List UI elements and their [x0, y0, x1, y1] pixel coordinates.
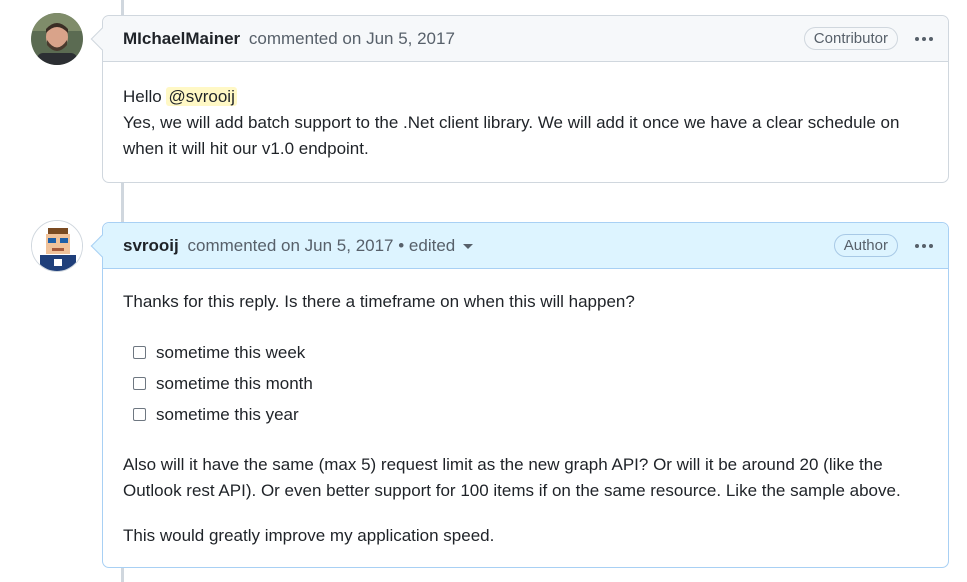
comment-svrooij: svrooij commented on Jun 5, 2017 • edite… [90, 222, 949, 568]
edited-dropdown[interactable]: • edited [398, 235, 474, 255]
comment-meta: svrooij commented on Jun 5, 2017 • edite… [123, 236, 834, 256]
avatar-michaelmainer[interactable] [31, 13, 83, 65]
task-item: sometime this month [123, 368, 928, 399]
kebab-icon[interactable] [912, 236, 936, 256]
avatar-svrooij[interactable] [31, 220, 83, 272]
greeting-text: Hello [123, 87, 162, 106]
closing-text: This would greatly improve my applicatio… [123, 526, 495, 545]
comment-header: MIchaelMainer commented on Jun 5, 2017 C… [90, 16, 948, 62]
intro-text: Thanks for this reply. Is there a timefr… [123, 292, 635, 311]
comment-pointer [90, 27, 114, 51]
contributor-badge: Contributor [803, 27, 898, 50]
comment-body: Thanks for this reply. Is there a timefr… [103, 269, 948, 549]
author-link[interactable]: MIchaelMainer [123, 29, 240, 48]
comment-meta: MIchaelMainer commented on Jun 5, 2017 [123, 29, 804, 49]
task-label: sometime this month [156, 373, 313, 393]
mention-link[interactable]: @svrooij [166, 87, 237, 106]
task-label: sometime this week [156, 342, 306, 362]
caret-down-icon [463, 243, 474, 249]
author-badge: Author [833, 234, 898, 257]
task-item: sometime this week [123, 337, 928, 368]
comment-body: Hello @svrooij Yes, we will add batch su… [103, 62, 948, 162]
question-paragraph: Also will it have the same (max 5) reque… [123, 455, 901, 500]
comment-header: svrooij commented on Jun 5, 2017 • edite… [90, 223, 948, 269]
timeline-gap [121, 183, 124, 221]
comment-michaelmainer: MIchaelMainer commented on Jun 5, 2017 C… [90, 15, 949, 183]
checkbox-icon[interactable] [133, 377, 146, 390]
checkbox-icon[interactable] [133, 408, 146, 421]
comment-pointer [90, 234, 114, 258]
checkbox-icon[interactable] [133, 346, 146, 359]
comment-timestamp[interactable]: commented on Jun 5, 2017 [187, 236, 393, 255]
edited-label: • edited [398, 235, 456, 255]
task-item: sometime this year [123, 399, 928, 430]
kebab-icon[interactable] [912, 29, 936, 49]
comment-timestamp[interactable]: commented on Jun 5, 2017 [249, 29, 455, 48]
comment-text: Yes, we will add batch support to the .N… [123, 113, 900, 158]
greeting-line: Hello @svrooij [123, 84, 928, 110]
task-label: sometime this year [156, 404, 299, 424]
author-link[interactable]: svrooij [123, 236, 179, 255]
